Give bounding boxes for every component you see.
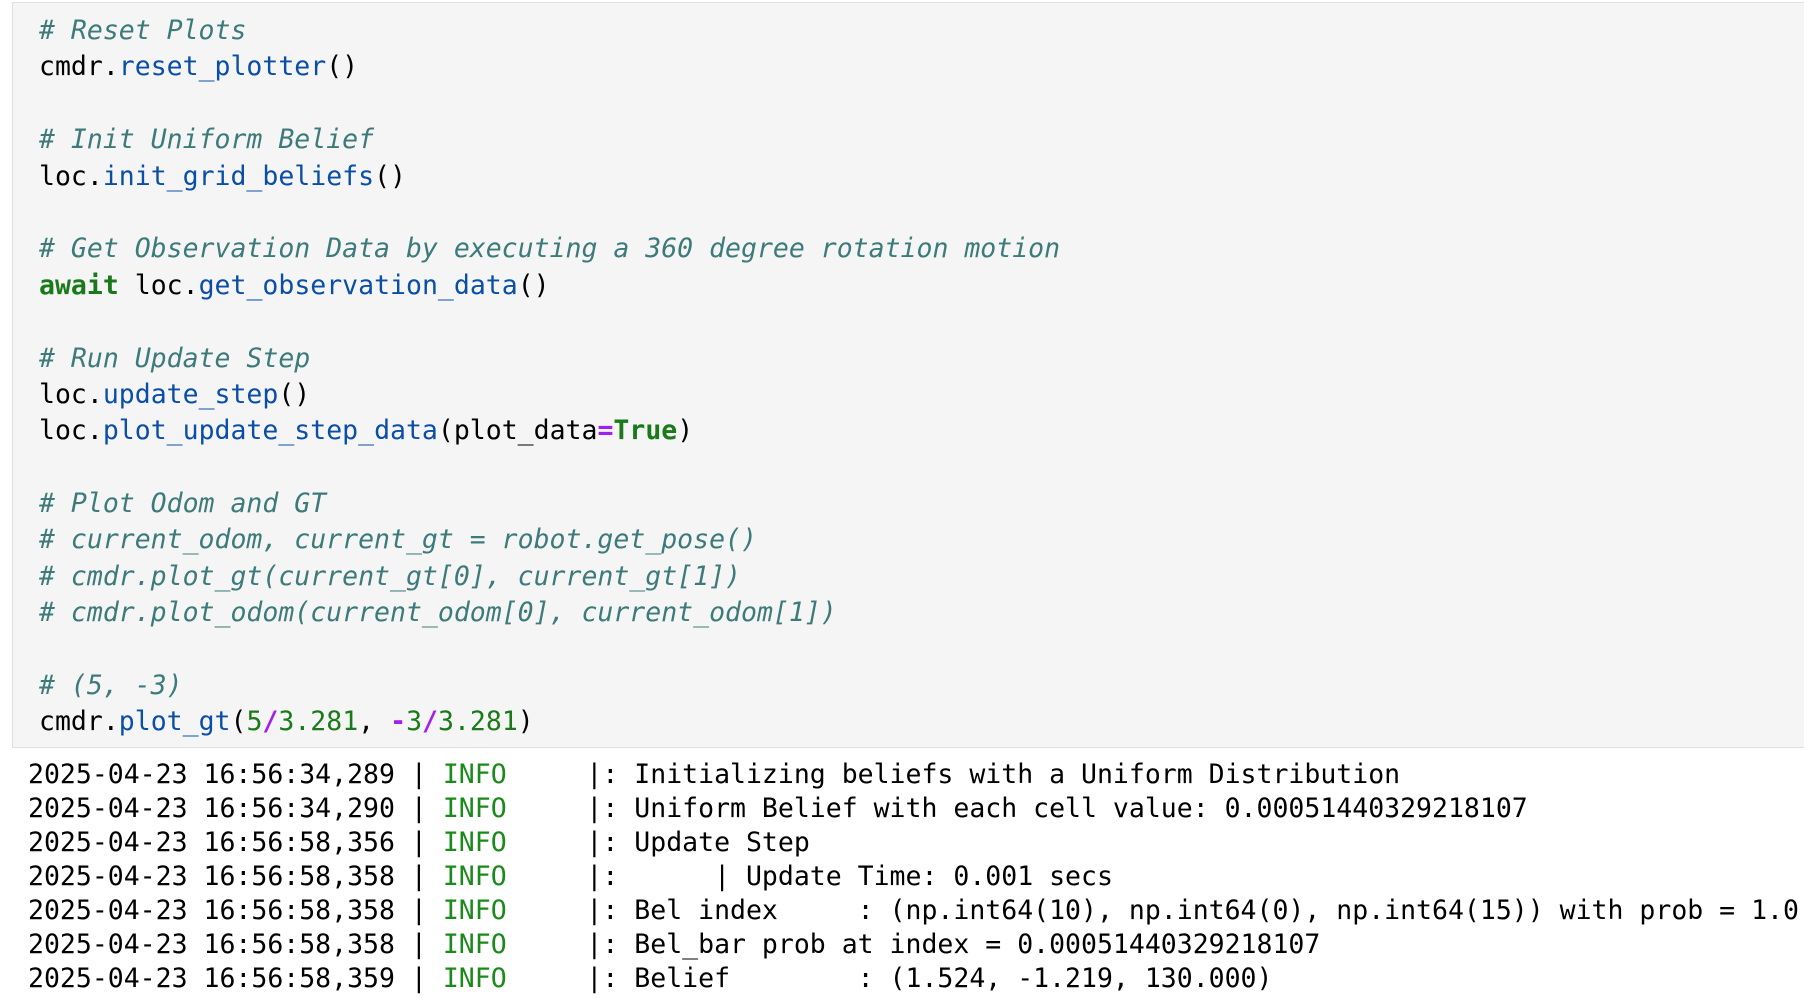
- code-comment: # Get Observation Data by executing a 36…: [39, 233, 1061, 265]
- log-line: 2025-04-23 16:56:58,358 | INFO |: | Upda…: [28, 860, 1799, 894]
- code-comment: # Init Uniform Belief: [39, 124, 375, 156]
- log-timestamp: 2025-04-23 16:56:34,290: [28, 793, 395, 824]
- code-value: True: [613, 415, 678, 447]
- code-args: (): [326, 51, 359, 83]
- code-token: 3: [406, 706, 423, 738]
- code-editor[interactable]: # Reset Plots cmdr.reset_plotter() # Init…: [39, 13, 1060, 741]
- code-line: # current_odom, current_gt = robot.get_p…: [39, 522, 1060, 558]
- log-separator: |: [394, 861, 443, 892]
- code-line: cmdr.reset_plotter(): [39, 51, 359, 83]
- code-line: # Reset Plots: [39, 13, 1060, 49]
- log-message: |: Initializing beliefs with a Uniform D…: [506, 759, 1401, 790]
- code-args: (): [517, 269, 550, 301]
- log-separator: |: [394, 827, 443, 858]
- code-line: await loc.get_observation_data(): [39, 269, 550, 301]
- log-line: 2025-04-23 16:56:34,289 | INFO |: Initia…: [28, 758, 1799, 792]
- code-object: cmdr: [39, 51, 103, 83]
- code-keyword: await: [39, 269, 119, 301]
- code-args: ): [677, 415, 694, 447]
- log-level: INFO: [442, 759, 507, 790]
- code-method: plot_gt: [118, 706, 231, 738]
- code-comment: # Plot Odom and GT: [39, 488, 327, 520]
- log-message: |: Bel index : (np.int64(10), np.int64(0…: [506, 895, 1799, 926]
- code-token: ): [517, 706, 534, 738]
- code-line: cmdr.plot_gt(5/3.281, -3/3.281): [39, 706, 534, 738]
- log-line: 2025-04-23 16:56:58,359 | INFO |: Belief…: [28, 962, 1799, 996]
- code-token: -: [390, 706, 407, 738]
- code-token: /: [262, 706, 279, 738]
- log-separator: |: [394, 793, 443, 824]
- code-token: (: [230, 706, 247, 738]
- code-comment: # cmdr.plot_gt(current_gt[0], current_gt…: [39, 560, 741, 592]
- log-message: |: | Update Time: 0.001 secs: [506, 861, 1113, 892]
- code-cell-output: 2025-04-23 16:56:34,289 | INFO |: Initia…: [12, 748, 1804, 998]
- code-comment: # current_odom, current_gt = robot.get_p…: [39, 524, 757, 556]
- log-message: |: Update Step: [506, 827, 810, 858]
- log-level: INFO: [442, 895, 507, 926]
- log-output: 2025-04-23 16:56:34,289 | INFO |: Initia…: [28, 758, 1799, 996]
- code-token: 3.281: [278, 706, 359, 738]
- log-level: INFO: [442, 929, 507, 960]
- code-line: loc.init_grid_beliefs(): [39, 160, 406, 192]
- code-args: (plot_data: [437, 415, 598, 447]
- log-level: INFO: [442, 963, 507, 994]
- code-args: (): [278, 378, 311, 410]
- log-timestamp: 2025-04-23 16:56:58,359: [28, 963, 395, 994]
- code-token: ,: [358, 706, 391, 738]
- log-level: INFO: [442, 793, 507, 824]
- code-object: cmdr: [39, 706, 103, 738]
- log-level: INFO: [442, 827, 507, 858]
- code-cell-input[interactable]: # Reset Plots cmdr.reset_plotter() # Init…: [12, 2, 1804, 748]
- code-token: 5: [246, 706, 263, 738]
- log-separator: |: [394, 963, 443, 994]
- code-comment: # cmdr.plot_odom(current_odom[0], curren…: [39, 597, 837, 629]
- code-object: loc: [39, 378, 87, 410]
- code-token: 3.281: [438, 706, 518, 738]
- log-timestamp: 2025-04-23 16:56:58,358: [28, 861, 395, 892]
- code-line: # cmdr.plot_odom(current_odom[0], curren…: [39, 595, 1060, 631]
- log-timestamp: 2025-04-23 16:56:34,289: [28, 759, 395, 790]
- log-message: |: Uniform Belief with each cell value: …: [506, 793, 1528, 824]
- log-message: |: Bel_bar prob at index = 0.00051440329…: [506, 929, 1321, 960]
- log-separator: |: [394, 759, 443, 790]
- log-separator: |: [394, 895, 443, 926]
- log-line: 2025-04-23 16:56:34,290 | INFO |: Unifor…: [28, 792, 1799, 826]
- code-object: loc: [39, 415, 87, 447]
- code-line: # Plot Odom and GT: [39, 486, 1060, 522]
- log-timestamp: 2025-04-23 16:56:58,356: [28, 827, 395, 858]
- log-line: 2025-04-23 16:56:58,356 | INFO |: Update…: [28, 826, 1799, 860]
- code-line: # Run Update Step: [39, 341, 1060, 377]
- code-line: loc.plot_update_step_data(plot_data=True…: [39, 415, 694, 447]
- log-timestamp: 2025-04-23 16:56:58,358: [28, 895, 395, 926]
- code-line: # (5, -3): [39, 668, 1060, 704]
- code-line: # cmdr.plot_gt(current_gt[0], current_gt…: [39, 559, 1060, 595]
- log-timestamp: 2025-04-23 16:56:58,358: [28, 929, 395, 960]
- code-args: (): [374, 160, 406, 192]
- code-object: loc: [134, 269, 183, 301]
- code-operator: =: [597, 415, 614, 447]
- code-object: loc: [39, 160, 87, 192]
- log-level: INFO: [442, 861, 507, 892]
- code-line: loc.update_step(): [39, 378, 311, 410]
- code-comment: # (5, -3): [39, 670, 183, 702]
- code-comment: # Reset Plots: [39, 15, 247, 46]
- code-method: plot_update_step_data: [102, 415, 438, 447]
- code-token: /: [422, 706, 438, 738]
- code-method: get_observation_data: [198, 269, 518, 301]
- code-method: reset_plotter: [118, 51, 327, 83]
- code-line: # Init Uniform Belief: [39, 122, 1060, 158]
- code-line: # Get Observation Data by executing a 36…: [39, 231, 1060, 267]
- code-method: update_step: [102, 378, 279, 410]
- log-separator: |: [394, 929, 443, 960]
- code-method: init_grid_beliefs: [102, 160, 375, 192]
- code-comment: # Run Update Step: [39, 342, 311, 374]
- log-line: 2025-04-23 16:56:58,358 | INFO |: Bel in…: [28, 894, 1799, 928]
- log-line: 2025-04-23 16:56:58,358 | INFO |: Bel_ba…: [28, 928, 1799, 962]
- log-message: |: Belief : (1.524, -1.219, 130.000): [506, 963, 1273, 994]
